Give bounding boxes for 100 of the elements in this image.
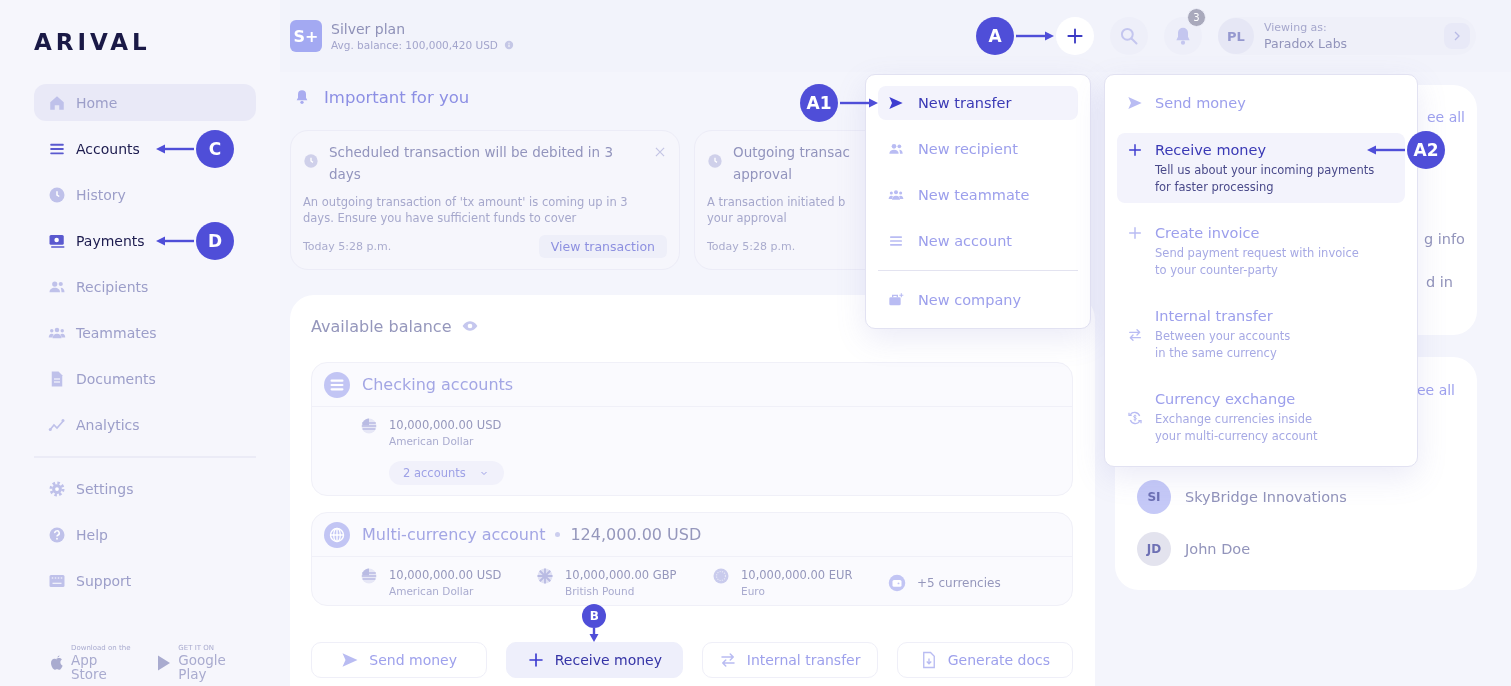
settings-icon bbox=[48, 479, 66, 498]
sidebar-item[interactable]: Teammates bbox=[34, 314, 171, 351]
separator-dot bbox=[555, 532, 561, 537]
action-button[interactable]: Send money bbox=[311, 642, 488, 678]
action-button[interactable]: Receive money bbox=[506, 642, 683, 678]
flag-icon bbox=[360, 417, 378, 435]
notice-text: A transaction initiated b your approval bbox=[707, 194, 846, 226]
balance-text: Avg. balance: 100,000,420 USD bbox=[331, 39, 498, 51]
swap-icon bbox=[1127, 327, 1143, 343]
callout-marker: A1 bbox=[800, 84, 838, 122]
avatar: SI bbox=[1137, 480, 1171, 514]
section-title: Important for you bbox=[324, 87, 470, 107]
notice-text: An outgoing transaction of 'tx amount' is coming up in 3 days. Ensure you have sufficient funds to cover bbox=[303, 194, 628, 226]
exchange-icon bbox=[1127, 410, 1143, 426]
action-button[interactable]: Internal transfer bbox=[701, 642, 878, 678]
group-title: Multi-currency account bbox=[362, 525, 546, 544]
flag-icon bbox=[712, 567, 730, 585]
timestamp: Today 5:28 p.m. bbox=[303, 239, 392, 253]
people-icon bbox=[888, 141, 904, 157]
timestamp: Today 5:28 p.m. bbox=[707, 239, 796, 253]
pointer-arrow bbox=[589, 628, 600, 642]
menu-item[interactable]: New account bbox=[878, 224, 1078, 258]
currency-amount: 10,000,000.00 GBP bbox=[565, 567, 677, 583]
list-icon bbox=[324, 371, 350, 398]
clock-icon bbox=[303, 153, 319, 169]
pointer-arrow bbox=[1016, 31, 1054, 41]
plus-icon bbox=[1127, 142, 1143, 158]
list-icon bbox=[888, 233, 904, 249]
plan-badge: S+ bbox=[290, 20, 322, 52]
contact-name: John Doe bbox=[1185, 541, 1251, 557]
sidebar-item[interactable]: Support bbox=[34, 562, 146, 599]
close-button[interactable] bbox=[653, 145, 667, 159]
pointer-arrow bbox=[1367, 145, 1405, 155]
swap-icon bbox=[718, 651, 737, 669]
sidebar-item[interactable]: Home bbox=[34, 84, 256, 121]
send-icon bbox=[1127, 95, 1143, 111]
bell-icon bbox=[294, 89, 310, 105]
menu-item[interactable]: New recipient bbox=[878, 132, 1078, 166]
plus-icon bbox=[526, 651, 545, 669]
sidebar-item[interactable]: History bbox=[34, 176, 140, 213]
search-button[interactable] bbox=[1110, 17, 1148, 55]
sidebar-item[interactable]: Analytics bbox=[34, 406, 154, 443]
menu-item[interactable]: New company bbox=[878, 283, 1078, 317]
flag-icon bbox=[536, 567, 554, 585]
sidebar-item[interactable]: Payments bbox=[34, 222, 159, 259]
see-all-link[interactable]: ee all bbox=[1416, 380, 1455, 400]
sidebar-item[interactable]: Settings bbox=[34, 470, 148, 507]
sidebar-item[interactable]: Recipients bbox=[34, 268, 163, 305]
plus-icon bbox=[1065, 26, 1085, 46]
pointer-arrow bbox=[156, 143, 194, 154]
logo: ARIVAL bbox=[34, 30, 151, 54]
currency-name: American Dollar bbox=[389, 584, 475, 599]
menu-item[interactable]: Currency exchange Exchange currencies inside your multi-currency account bbox=[1117, 382, 1405, 452]
total-amount: 124,000.00 USD bbox=[570, 525, 702, 544]
send-icon bbox=[888, 95, 904, 111]
currency-amount: 10,000,000.00 USD bbox=[389, 417, 502, 433]
search-icon bbox=[1119, 26, 1139, 46]
pointer-arrow bbox=[156, 235, 194, 246]
avatar: PL bbox=[1218, 18, 1254, 54]
more-currencies: +5 currencies bbox=[917, 576, 1001, 590]
menu-item[interactable]: New transfer bbox=[878, 86, 1078, 120]
callout-marker: D bbox=[196, 221, 234, 260]
menu-item[interactable]: New teammate bbox=[878, 178, 1078, 212]
menu-item[interactable]: Receive money Tell us about your incoming payments for faster processing bbox=[1117, 133, 1405, 203]
sidebar-item[interactable]: Documents bbox=[34, 360, 170, 397]
sidebar-item[interactable]: Accounts bbox=[34, 130, 154, 167]
sidebar-item[interactable]: Help bbox=[34, 516, 122, 553]
flag-icon bbox=[360, 567, 378, 585]
group-icon bbox=[888, 187, 904, 203]
menu-item[interactable]: Create invoice Send payment request with invoice to your counter-party bbox=[1117, 216, 1405, 286]
clock-icon bbox=[707, 153, 723, 169]
plan-name: Silver plan bbox=[331, 21, 406, 37]
eye-icon bbox=[461, 318, 478, 334]
callout-marker: A bbox=[976, 17, 1014, 55]
notice-title: Scheduled transaction will be debited in 3 days bbox=[329, 143, 614, 184]
help-icon bbox=[48, 525, 66, 544]
count-badge: 3 bbox=[1187, 8, 1206, 27]
account-name: Paradox Labs bbox=[1264, 36, 1348, 51]
clock-icon bbox=[48, 185, 66, 204]
globe-icon bbox=[324, 521, 350, 548]
view-button[interactable]: View transaction bbox=[538, 234, 667, 258]
action-button[interactable]: Generate docs bbox=[896, 642, 1073, 678]
currency-name: Euro bbox=[741, 584, 766, 599]
section-title: Available balance bbox=[311, 316, 452, 336]
add-button[interactable] bbox=[1056, 17, 1094, 55]
account-caption: Viewing as: bbox=[1264, 21, 1328, 34]
text-fragment: d in bbox=[1425, 273, 1453, 292]
plus-icon bbox=[1127, 225, 1143, 241]
info-icon bbox=[503, 40, 514, 50]
group-title: Checking accounts bbox=[362, 375, 514, 394]
menu-item[interactable]: Internal transfer Between your accounts in the same currency bbox=[1117, 299, 1405, 369]
currency-amount: 10,000,000.00 EUR bbox=[741, 567, 853, 583]
accounts-dropdown[interactable]: 2 accounts bbox=[389, 461, 504, 485]
menu-item[interactable]: Send money bbox=[1117, 86, 1405, 120]
currency-name: American Dollar bbox=[389, 434, 475, 449]
see-all-link[interactable]: ee all bbox=[1426, 107, 1465, 127]
currency-amount: 10,000,000.00 USD bbox=[389, 567, 502, 583]
wallet-icon bbox=[888, 574, 906, 592]
avatar: JD bbox=[1137, 532, 1171, 566]
text-fragment: g info bbox=[1424, 230, 1465, 249]
